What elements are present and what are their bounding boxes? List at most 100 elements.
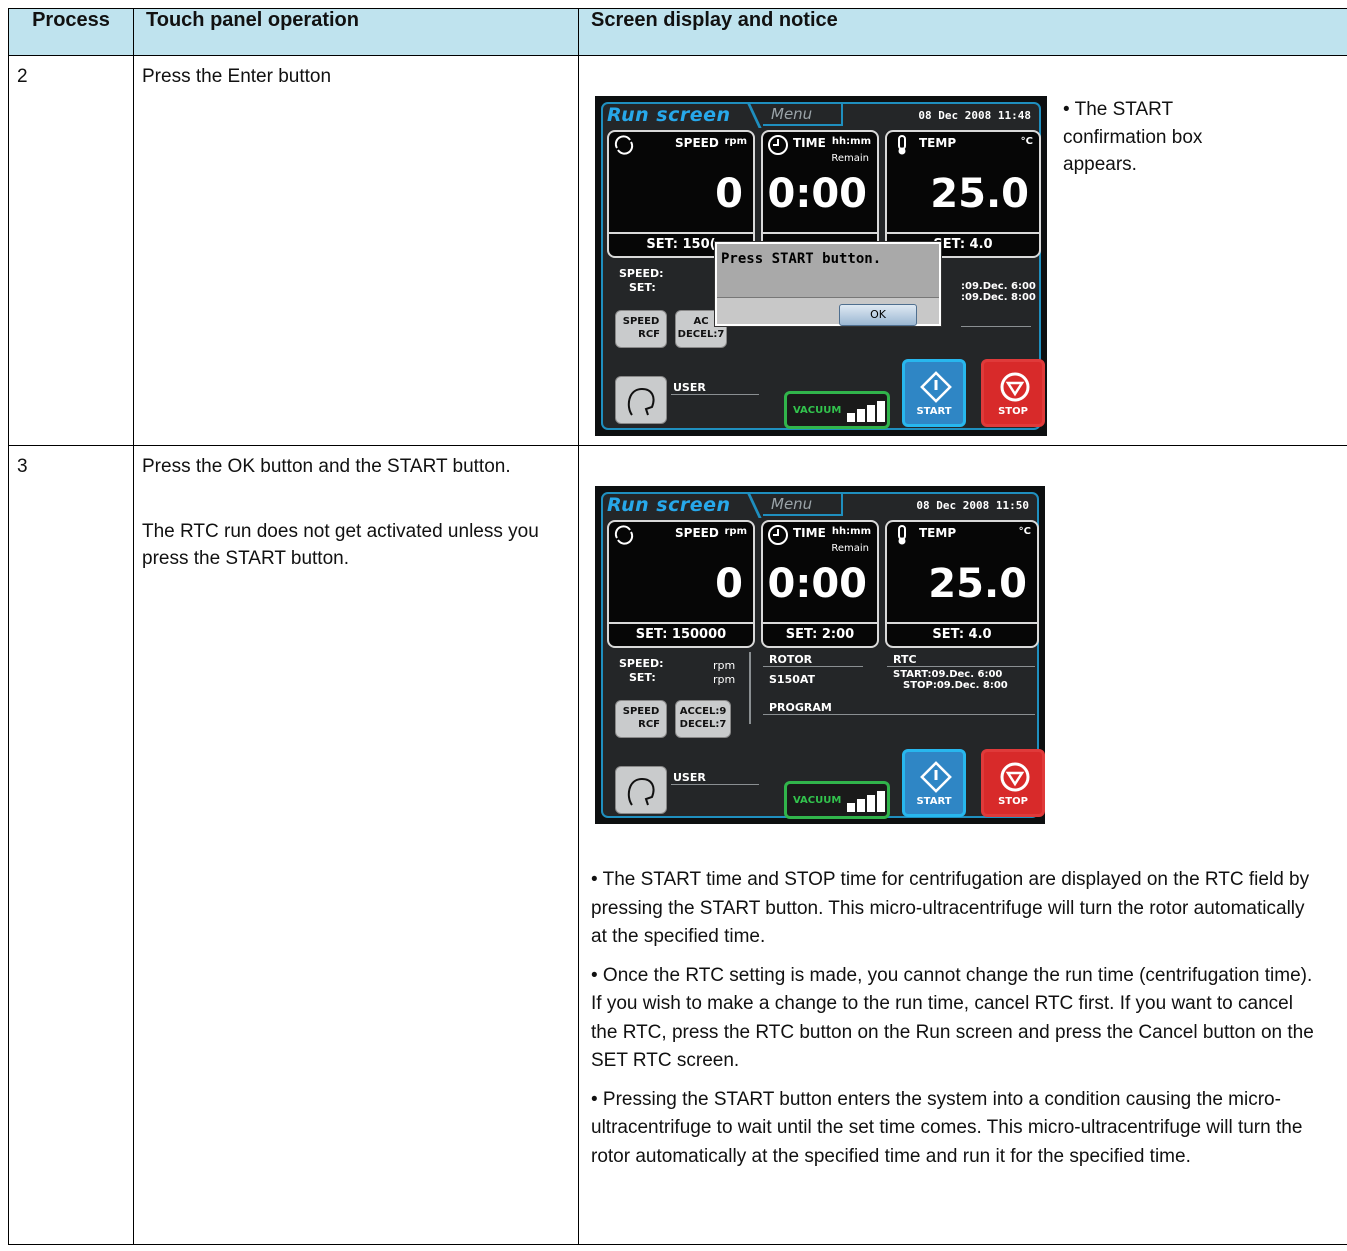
- start-icon: [920, 761, 952, 793]
- start-label: START: [916, 795, 952, 807]
- rotor-underline: [763, 666, 863, 667]
- notice-paragraph: • Once the RTC setting is made, you cann…: [591, 964, 1314, 1072]
- header-process: Process: [8, 8, 134, 56]
- start-icon: [920, 371, 952, 403]
- speed-label: SPEED: [675, 136, 719, 150]
- stop-icon: [1000, 762, 1030, 792]
- time-unit: hh:mm: [831, 526, 871, 537]
- rtc-stop-time: :09.Dec. 8:00: [961, 292, 1036, 303]
- screenshot-area: Run screen Menu 08 Dec 2008 11:50 SPEED …: [579, 446, 1347, 866]
- speed-rcf-button[interactable]: SPEED RCF: [615, 700, 667, 738]
- speed-button-label: SPEED: [622, 316, 660, 327]
- time-label: TIME: [793, 136, 826, 150]
- operation-cell: Press the OK button and the START button…: [133, 445, 579, 1245]
- vacuum-bar: [857, 409, 865, 422]
- vacuum-bar: [877, 401, 885, 422]
- rtc-stop-time: STOP:09.Dec. 8:00: [903, 680, 1008, 691]
- decel-button-label: DECEL:7: [677, 329, 725, 340]
- set-rpm-unit: rpm: [713, 673, 736, 686]
- menu-tab: Menu: [763, 494, 843, 516]
- thermometer-icon: [898, 525, 906, 545]
- time-set: SET: 2:00: [763, 622, 877, 646]
- operation-text: Press the Enter button: [133, 55, 579, 446]
- temp-label: TEMP: [919, 526, 957, 540]
- screen-frame: Run screen Menu 08 Dec 2008 11:48 SPEED …: [601, 102, 1045, 430]
- vacuum-label: VACUUM: [793, 405, 842, 416]
- display-cell: Run screen Menu 08 Dec 2008 11:48 SPEED …: [578, 55, 1347, 446]
- thermometer-icon: [898, 135, 906, 155]
- user-button[interactable]: [615, 766, 667, 814]
- dialog-ok-button[interactable]: OK: [839, 304, 917, 326]
- process-number: 3: [8, 445, 134, 1245]
- stop-button[interactable]: STOP: [981, 359, 1045, 427]
- time-panel: TIME hh:mm Remain 0:00: [761, 130, 879, 258]
- set-sub-label: SET:: [629, 281, 656, 294]
- vacuum-bar: [867, 405, 875, 422]
- rotation-icon: [614, 135, 634, 155]
- accel-button-label: ACCEL:9: [679, 706, 727, 717]
- header-operation: Touch panel operation: [133, 8, 579, 56]
- temp-value: 25.0: [928, 561, 1027, 607]
- screen-frame: Run screen Menu 08 Dec 2008 11:50 SPEED …: [601, 492, 1045, 819]
- dialog-message: Press START button.: [717, 244, 939, 298]
- speed-label: SPEED: [675, 526, 719, 540]
- start-button[interactable]: START: [902, 359, 966, 427]
- time-value: 0:00: [767, 171, 868, 217]
- rotor-value: S150AT: [769, 673, 816, 686]
- time-panel: TIME hh:mm Remain 0:00 SET: 2:00: [761, 520, 879, 648]
- operation-text: Press the OK button and the START button…: [142, 456, 511, 477]
- vacuum-bar: [857, 799, 865, 812]
- speed-value: 0: [715, 171, 743, 217]
- time-remain-label: Remain: [831, 543, 869, 554]
- start-label: START: [916, 405, 952, 417]
- divider-line: [961, 326, 1031, 327]
- table-row: 2 Press the Enter button Run screen Menu…: [8, 55, 1347, 446]
- speed-unit: rpm: [724, 526, 747, 537]
- temp-label: TEMP: [919, 136, 957, 150]
- vacuum-bar: [867, 795, 875, 812]
- process-number: 2: [8, 55, 134, 446]
- set-sub-label: SET:: [629, 671, 656, 684]
- vacuum-bar: [877, 791, 885, 812]
- stop-label: STOP: [998, 795, 1028, 807]
- user-underline: [671, 784, 759, 785]
- start-confirmation-dialog: Press START button. OK: [715, 242, 941, 326]
- speed-button-label: SPEED: [622, 706, 660, 717]
- time-remain-label: Remain: [831, 153, 869, 164]
- accel-decel-button[interactable]: ACCEL:9 DECEL:7: [675, 700, 731, 738]
- run-screen-tab: Run screen: [607, 494, 731, 516]
- clock-icon: [768, 525, 788, 545]
- user-head-icon: [627, 777, 655, 806]
- procedure-table: Process Touch panel operation Screen dis…: [8, 8, 1347, 1245]
- header-display: Screen display and notice: [578, 8, 1347, 56]
- rotation-icon: [614, 525, 634, 545]
- user-head-icon: [627, 387, 655, 416]
- speed-rcf-button[interactable]: SPEED RCF: [615, 310, 667, 348]
- vacuum-bar: [847, 413, 855, 422]
- program-underline: [763, 714, 1035, 715]
- time-label: TIME: [793, 526, 826, 540]
- start-button[interactable]: START: [902, 749, 966, 817]
- user-button[interactable]: [615, 376, 667, 424]
- display-cell: Run screen Menu 08 Dec 2008 11:50 SPEED …: [578, 445, 1347, 1245]
- rcf-button-label: RCF: [638, 719, 660, 730]
- temp-panel: TEMP °C 25.0 SET: 4.0: [885, 130, 1041, 258]
- temp-panel: TEMP °C 25.0 SET: 4.0: [885, 520, 1039, 648]
- datetime-display: 08 Dec 2008 11:50: [916, 499, 1029, 512]
- user-underline: [671, 394, 759, 395]
- temp-set: SET: 4.0: [887, 622, 1037, 646]
- speed-unit: rpm: [724, 136, 747, 147]
- speed-panel: SPEED rpm 0 SET: 150000: [607, 520, 755, 648]
- stop-label: STOP: [998, 405, 1028, 417]
- divider-line: [749, 652, 751, 724]
- stop-button[interactable]: STOP: [981, 749, 1045, 817]
- vacuum-label: VACUUM: [793, 795, 842, 806]
- rtc-underline: [887, 666, 1035, 667]
- menu-tab: Menu: [763, 104, 843, 126]
- temp-unit: °C: [1018, 526, 1031, 537]
- temp-unit: °C: [1020, 136, 1033, 147]
- speed-panel: SPEED rpm 0 SET: 150(: [607, 130, 755, 258]
- stop-icon: [1000, 372, 1030, 402]
- operation-note: The RTC run does not get activated unles…: [142, 520, 539, 569]
- notice-paragraph: • The START time and STOP time for centr…: [591, 869, 1310, 947]
